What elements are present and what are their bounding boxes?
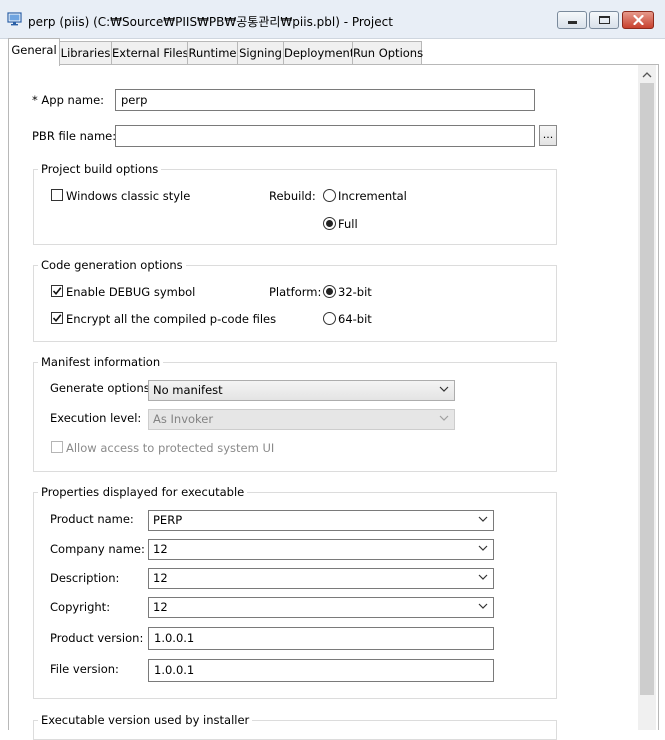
close-icon — [633, 15, 644, 25]
title-bar[interactable]: perp (piis) (C:₩Source₩PIIS₩PB₩공통관리₩piis… — [0, 0, 665, 39]
full-label: Full — [338, 217, 358, 231]
close-button[interactable] — [622, 11, 654, 29]
chevron-down-icon — [478, 516, 488, 522]
encrypt-pcode-label: Encrypt all the compiled p-code files — [66, 312, 277, 326]
rebuild-label: Rebuild: — [269, 189, 316, 203]
project-icon — [7, 12, 22, 26]
window-title: perp (piis) (C:₩Source₩PIIS₩PB₩공통관리₩piis… — [28, 15, 393, 29]
manifest-title: Manifest information — [38, 355, 164, 369]
tab-signing[interactable]: Signing — [237, 41, 284, 65]
maximize-icon — [599, 16, 610, 24]
copyright-label: Copyright: — [50, 600, 111, 614]
generate-options-value: No manifest — [153, 383, 223, 397]
checkmark-icon — [52, 287, 62, 296]
radio-selected-dot — [326, 220, 333, 227]
product-version-input[interactable]: 1.0.0.1 — [148, 627, 494, 650]
checkmark-icon — [52, 314, 62, 323]
copyright-value: 12 — [153, 600, 168, 614]
file-version-label: File version: — [50, 662, 119, 676]
tab-libraries[interactable]: Libraries — [59, 41, 112, 65]
windows-classic-label: Windows classic style — [66, 189, 191, 203]
description-label: Description: — [50, 571, 120, 585]
company-name-label: Company name: — [50, 542, 145, 556]
incremental-label: Incremental — [338, 189, 407, 203]
code-generation-title: Code generation options — [38, 258, 186, 272]
minimize-icon — [568, 21, 577, 24]
allow-system-ui-label: Allow access to protected system UI — [66, 441, 275, 455]
incremental-radio[interactable] — [323, 189, 336, 202]
scrollbar-thumb[interactable] — [640, 83, 654, 695]
product-name-combo[interactable]: PERP — [148, 510, 494, 531]
product-name-value: PERP — [153, 513, 183, 527]
chevron-down-icon — [478, 603, 488, 609]
chevron-down-icon — [478, 545, 488, 551]
copyright-combo[interactable]: 12 — [148, 597, 494, 618]
tab-strip: General Libraries External Files Runtime… — [8, 38, 665, 66]
build-options-group — [33, 169, 557, 245]
company-name-combo[interactable]: 12 — [148, 539, 494, 560]
execution-level-select: As Invoker — [148, 409, 455, 430]
execution-level-value: As Invoker — [153, 412, 214, 426]
maximize-button[interactable] — [589, 11, 619, 29]
minimize-button[interactable] — [557, 11, 587, 29]
properties-title: Properties displayed for executable — [38, 485, 248, 499]
installer-version-title: Executable version used by installer — [38, 713, 253, 727]
radio-selected-dot — [326, 288, 333, 295]
chevron-down-icon — [478, 574, 488, 580]
description-combo[interactable]: 12 — [148, 568, 494, 589]
description-value: 12 — [153, 571, 168, 585]
full-radio[interactable] — [323, 217, 336, 230]
browse-button[interactable]: ... — [539, 125, 557, 146]
product-name-label: Product name: — [50, 512, 134, 526]
generate-options-select[interactable]: No manifest — [148, 380, 455, 401]
64bit-radio[interactable] — [323, 312, 336, 325]
code-generation-group — [33, 265, 557, 342]
32bit-radio[interactable] — [323, 285, 336, 298]
execution-level-label: Execution level: — [50, 411, 142, 425]
windows-classic-checkbox[interactable] — [51, 189, 63, 201]
tab-external-files[interactable]: External Files — [111, 41, 189, 65]
product-version-label: Product version: — [50, 631, 144, 645]
64bit-label: 64-bit — [338, 312, 372, 326]
tab-run-options[interactable]: Run Options — [352, 41, 423, 65]
app-name-input[interactable]: perp — [115, 89, 535, 111]
encrypt-pcode-checkbox[interactable] — [51, 312, 63, 324]
vertical-scrollbar[interactable] — [638, 65, 656, 730]
chevron-down-icon — [439, 415, 449, 421]
pbr-file-input[interactable] — [115, 125, 535, 147]
allow-system-ui-checkbox — [51, 441, 63, 453]
tab-general[interactable]: General — [8, 38, 60, 66]
file-version-input[interactable]: 1.0.0.1 — [148, 659, 494, 682]
app-name-label: * App name: — [32, 93, 105, 107]
company-name-value: 12 — [153, 542, 168, 556]
32bit-label: 32-bit — [338, 285, 372, 299]
platform-label: Platform: — [269, 285, 322, 299]
enable-debug-label: Enable DEBUG symbol — [66, 285, 196, 299]
tab-deployment[interactable]: Deployment — [283, 41, 354, 65]
enable-debug-checkbox[interactable] — [51, 285, 63, 297]
tab-runtime[interactable]: Runtime — [187, 41, 238, 65]
generate-options-label: Generate options: — [50, 381, 154, 395]
chevron-down-icon — [439, 386, 449, 392]
pbr-file-label: PBR file name: — [32, 129, 117, 143]
build-options-title: Project build options — [38, 162, 162, 176]
scroll-up-icon[interactable] — [642, 72, 652, 78]
